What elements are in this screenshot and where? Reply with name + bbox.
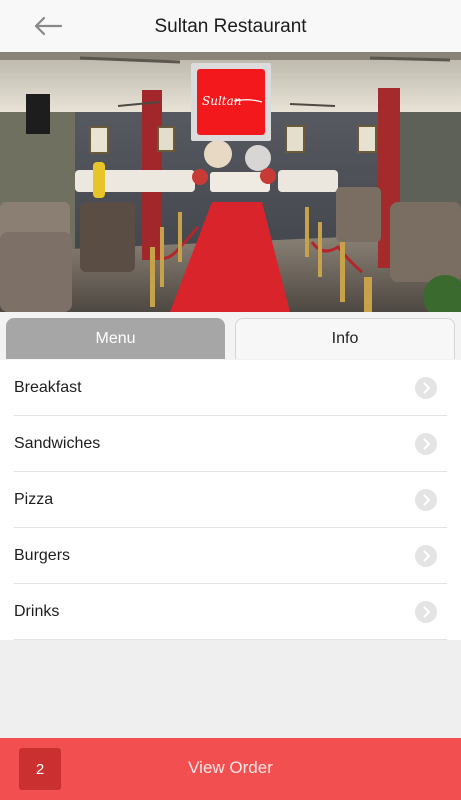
tab-menu[interactable]: Menu xyxy=(6,318,225,359)
chevron-right-icon xyxy=(415,489,437,511)
sultan-logo-mark: Sultan xyxy=(202,94,263,108)
chevron-right-icon xyxy=(415,545,437,567)
chevron-right-icon xyxy=(415,433,437,455)
list-item-label: Breakfast xyxy=(14,379,82,396)
list-item-burgers[interactable]: Burgers xyxy=(0,528,461,584)
list-item-breakfast[interactable]: Breakfast xyxy=(0,360,461,416)
app-header: Sultan Restaurant xyxy=(0,0,461,52)
view-order-button[interactable]: View Order xyxy=(0,758,461,778)
list-item-sandwiches[interactable]: Sandwiches xyxy=(0,416,461,472)
logo-badge: Sultan xyxy=(197,69,265,135)
list-item-label: Sandwiches xyxy=(14,435,101,452)
list-item-pizza[interactable]: Pizza xyxy=(0,472,461,528)
list-item-label: Burgers xyxy=(14,547,71,564)
restaurant-logo: Sultan xyxy=(191,63,271,141)
menu-category-list: Breakfast Sandwiches Pizza Burgers Drink… xyxy=(0,360,461,640)
list-item-drinks[interactable]: Drinks xyxy=(0,584,461,640)
tab-info[interactable]: Info xyxy=(235,318,455,359)
chevron-right-icon xyxy=(415,601,437,623)
page-title: Sultan Restaurant xyxy=(154,16,307,37)
list-item-label: Pizza xyxy=(14,491,54,508)
view-order-bar[interactable]: 2 View Order xyxy=(0,738,461,800)
tab-bar: Menu Info xyxy=(0,312,461,360)
chevron-right-icon xyxy=(415,377,437,399)
list-item-label: Drinks xyxy=(14,603,60,620)
